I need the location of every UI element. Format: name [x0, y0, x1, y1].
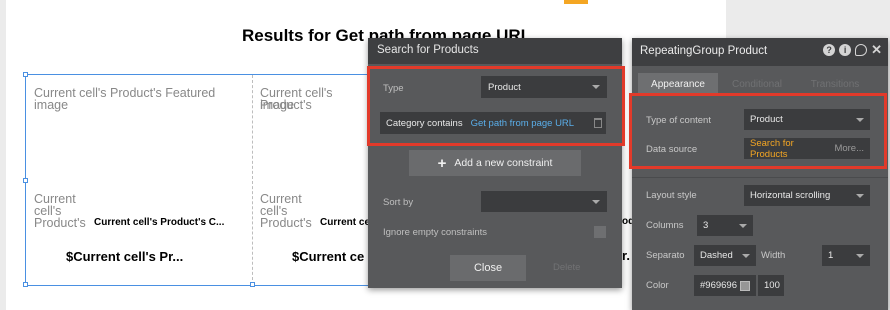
ignore-empty-label: Ignore empty constraints [383, 227, 488, 238]
color-swatch[interactable] [740, 280, 750, 291]
search-panel-title: Search for Products [368, 38, 622, 64]
sort-by-label: Sort by [383, 197, 414, 208]
highlight-box [367, 66, 625, 146]
highlight-box [629, 93, 887, 169]
cell-name-line[interactable]: Product's [34, 217, 86, 230]
property-panel-header: RepeatingGroup Product ? i ✕ [632, 38, 888, 66]
cell-image-placeholder[interactable]: Current cell's Product's Featured image [34, 87, 224, 112]
chevron-down-icon [742, 253, 750, 258]
canvas-top-indicator [564, 0, 588, 4]
chevron-down-icon [856, 253, 864, 258]
resize-handle[interactable] [250, 282, 255, 287]
add-constraint-button[interactable]: + Add a new constraint [409, 150, 581, 176]
help-icon[interactable]: ? [823, 44, 836, 56]
resize-handle[interactable] [23, 178, 28, 183]
repeating-group[interactable]: Current cell's Product's Featured image … [23, 72, 385, 287]
property-panel-title: RepeatingGroup Product [640, 45, 768, 57]
chevron-down-icon [739, 223, 747, 228]
resize-handle[interactable] [23, 72, 28, 77]
separator-label: Separato [646, 250, 685, 261]
cell-category-text[interactable]: Current cell's Product's C... [94, 217, 224, 228]
cell-name-line[interactable]: Product's [260, 217, 312, 230]
cell-divider [252, 75, 253, 285]
ignore-empty-checkbox[interactable] [594, 226, 606, 238]
add-constraint-label: Add a new constraint [454, 157, 553, 169]
cell-category-text[interactable]: Current cel [320, 217, 373, 228]
plus-icon: + [437, 154, 447, 172]
comment-icon[interactable] [855, 44, 868, 56]
search-panel: Search for Products Type Product Categor… [367, 38, 625, 288]
close-button[interactable]: Close [450, 255, 526, 281]
color-value[interactable]: #969696 [700, 280, 737, 291]
info-icon[interactable]: i [839, 44, 852, 56]
chevron-down-icon [856, 193, 864, 198]
layout-style-dropdown[interactable]: Horizontal scrolling [744, 185, 870, 206]
layout-style-value: Horizontal scrolling [750, 190, 831, 201]
delete-button[interactable]: Delete [553, 262, 580, 273]
property-panel: RepeatingGroup Product ? i ✕ Appearance … [629, 38, 888, 310]
columns-label: Columns [646, 220, 684, 231]
cell-price-text[interactable]: $Current ce [292, 249, 364, 264]
sort-by-dropdown[interactable] [481, 191, 607, 212]
columns-dropdown[interactable]: 3 [697, 215, 753, 236]
color-label: Color [646, 280, 669, 291]
separator-dropdown[interactable]: Dashed [694, 245, 756, 266]
color-field[interactable]: #969696 [694, 275, 756, 296]
width-label: Width [761, 250, 786, 261]
layout-style-label: Layout style [646, 190, 697, 201]
opacity-value[interactable]: 100 [764, 280, 780, 291]
resize-handle[interactable] [23, 282, 28, 287]
section-divider [632, 177, 888, 178]
cell-image-placeholder-line2[interactable]: image [260, 99, 294, 112]
width-value: 1 [828, 250, 834, 261]
columns-value: 3 [703, 220, 709, 231]
close-icon[interactable]: ✕ [871, 43, 882, 56]
property-tabs: Appearance Conditional Transitions [632, 66, 888, 96]
width-dropdown[interactable]: 1 [822, 245, 870, 266]
chevron-down-icon [592, 199, 600, 204]
cell-price-text[interactable]: $Current cell's Pr... [66, 249, 183, 264]
separator-value: Dashed [700, 250, 733, 261]
opacity-field[interactable]: 100 [758, 275, 784, 296]
cell-price-text-overflow: r. [622, 248, 630, 263]
